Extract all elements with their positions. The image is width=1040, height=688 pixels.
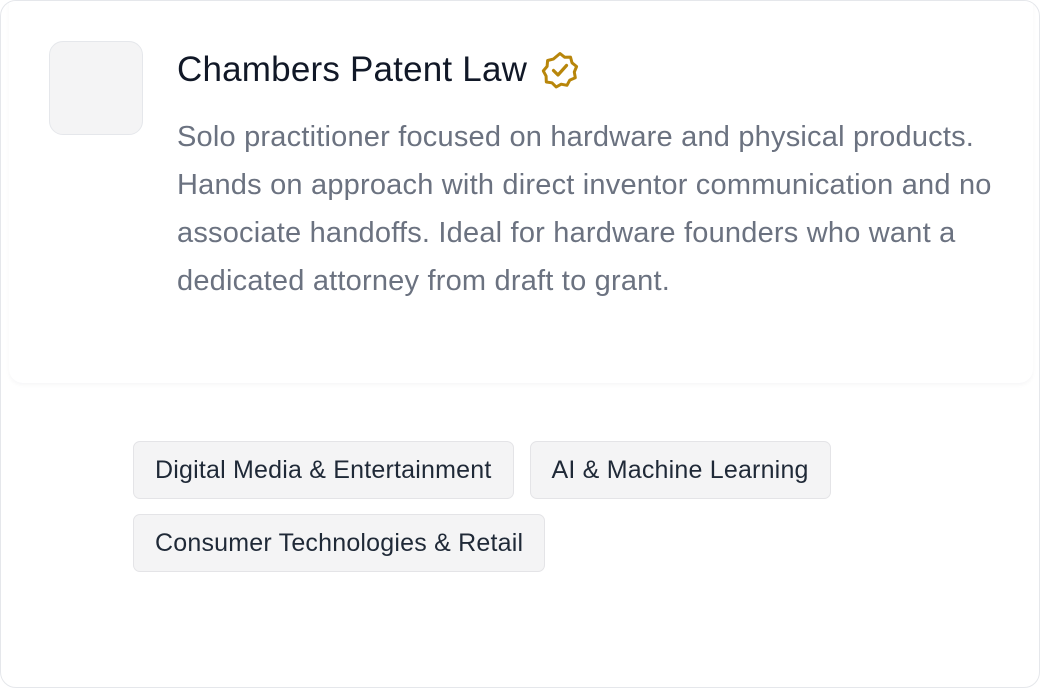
tag-digital-media[interactable]: Digital Media & Entertainment bbox=[133, 441, 514, 499]
tag-ai-machine-learning[interactable]: AI & Machine Learning bbox=[529, 441, 831, 499]
tag-consumer-technologies[interactable]: Consumer Technologies & Retail bbox=[133, 514, 546, 572]
firm-description: Solo practitioner focused on hardware an… bbox=[177, 121, 992, 297]
firm-logo-placeholder bbox=[49, 41, 143, 135]
practice-area-tags: Digital Media & Entertainment AI & Machi… bbox=[133, 441, 913, 572]
firm-header-panel: Chambers Patent Law Solo practitioner fo… bbox=[9, 1, 1033, 383]
firm-title-row: Chambers Patent Law bbox=[177, 45, 579, 95]
firm-name: Chambers Patent Law bbox=[177, 50, 528, 89]
firm-card: Chambers Patent Law Solo practitioner fo… bbox=[0, 0, 1040, 688]
verified-badge-icon bbox=[541, 51, 579, 89]
